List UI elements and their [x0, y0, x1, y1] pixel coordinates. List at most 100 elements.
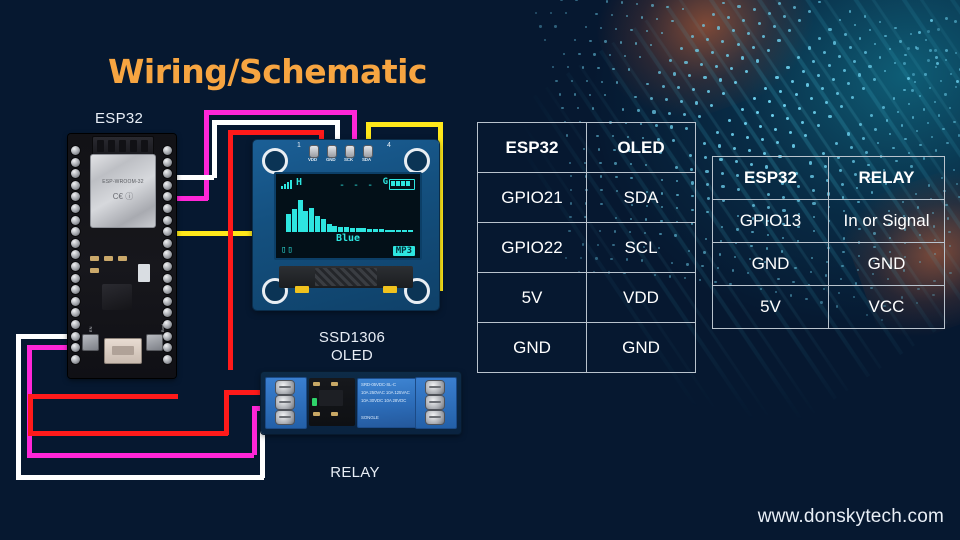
esp32-pin-d2: [71, 320, 80, 329]
relay-driver-circuit: [309, 378, 355, 426]
wire-magenta-seg2: [204, 110, 209, 200]
spectrum-bar: [344, 227, 349, 232]
table-row: GPIO21 SDA: [478, 173, 696, 223]
esp32-right-header: [162, 146, 174, 368]
esp32-pin-gnd: [163, 146, 172, 155]
wire-red-oled-seg2: [228, 130, 324, 135]
table-cell: SCL: [587, 223, 696, 273]
esp32-pin-clk: [163, 355, 172, 364]
wire-white-seg1: [176, 175, 214, 180]
esp32-pin-22: [163, 169, 172, 178]
spectrum-bar: [309, 208, 314, 232]
esp32-pin-5v: [71, 355, 80, 364]
oled-pin-label-gnd: GND: [326, 157, 335, 162]
esp32-pin-19: [163, 227, 172, 236]
terminal-screw-icon: [426, 396, 444, 409]
spectrum-bar: [332, 226, 337, 232]
table-row: GPIO13 In or Signal: [713, 200, 945, 243]
table-row: GND GND: [478, 323, 696, 373]
esp32-pin-33: [71, 227, 80, 236]
table-cell: SDA: [587, 173, 696, 223]
table-cell: In or Signal: [829, 200, 945, 243]
wire-magenta-relay-seg3: [27, 453, 254, 458]
oled-pin-label-vdd: VDD: [308, 157, 317, 162]
esp32-pin-d3: [71, 332, 80, 341]
table-cell: GND: [587, 323, 696, 373]
esp32-pin-12: [71, 285, 80, 294]
spectrum-bar: [390, 230, 395, 232]
relay-brand-label: SONGLE: [361, 415, 421, 420]
esp32-pin-32: [71, 216, 80, 225]
wire-white-relay-seg3: [16, 475, 264, 480]
esp32-boot-button[interactable]: [146, 334, 163, 351]
table-cell: GND: [478, 323, 587, 373]
mounting-hole-icon: [404, 148, 430, 174]
playlist-icon: ▯▯: [281, 245, 294, 255]
table-row: GND GND: [713, 243, 945, 286]
spectrum-bar: [292, 209, 297, 232]
oled-bottom-bar: ▯▯ MP3: [281, 244, 415, 256]
terminal-screw-icon: [426, 381, 444, 394]
spectrum-bar: [338, 227, 343, 232]
relay-coil-rating-2: 10A 30VDC 10A 28VDC: [361, 398, 421, 403]
spectrum-bar: [385, 230, 390, 232]
terminal-screw-icon: [276, 381, 294, 394]
esp32-caption: ESP32: [95, 110, 143, 127]
wire-red-relay-seg1: [28, 394, 178, 399]
spectrum-bar: [298, 200, 303, 232]
oled-pin-number-4: 4: [387, 142, 391, 149]
wire-white-seg3: [212, 120, 340, 125]
spectrum-bar: [321, 219, 326, 232]
spectrum-analyzer: [286, 198, 412, 232]
spectrum-bar: [303, 211, 308, 232]
esp32-pin-14: [71, 274, 80, 283]
esp32-pin-vn: [71, 181, 80, 190]
ce-mark-icon: C€ ⓘ: [91, 191, 155, 202]
esp32-pin-0: [163, 297, 172, 306]
oled-status-bar: H - - - G: [281, 178, 415, 190]
table-cell: GND: [713, 243, 829, 286]
ribbon-tab-icon: [295, 286, 309, 293]
oled-pin-sda: [364, 146, 372, 157]
terminal-screw-icon: [426, 411, 444, 424]
esp32-pin-vp: [71, 169, 80, 178]
table-cell: VDD: [587, 273, 696, 323]
esp32-pin-25: [71, 239, 80, 248]
esp32-pin-35: [71, 204, 80, 213]
esp32-pin-27: [71, 262, 80, 271]
esp32-pin-4: [163, 285, 172, 294]
esp32-board: ESP-WROOM-32 C€ ⓘ EN Boot: [68, 134, 176, 378]
oled-time-label: - - -: [339, 180, 374, 191]
table-header-cell: OLED: [587, 123, 696, 173]
ssd1306-oled-module: 1 4 VDD GND SCK SDA H - - - G Blue ▯▯ MP3: [253, 140, 439, 310]
esp32-oled-wiring-table: ESP32 OLED GPIO21 SDA GPIO22 SCL 5V VDD GND GND: [477, 122, 696, 373]
terminal-screw-icon: [276, 396, 294, 409]
esp32-en-label: EN: [88, 326, 93, 332]
table-cell: GPIO22: [478, 223, 587, 273]
esp32-en-button[interactable]: [82, 334, 99, 351]
spectrum-bar: [350, 228, 355, 232]
spectrum-bar: [373, 229, 378, 232]
esp32-micro-usb-port: [104, 338, 142, 364]
esp32-left-header: [70, 146, 82, 368]
esp32-pin-3v3: [71, 146, 80, 155]
relay-input-terminal-block: [265, 377, 307, 429]
wire-yellow-seg5: [368, 122, 442, 127]
oled-screen: H - - - G Blue ▯▯ MP3: [274, 172, 422, 260]
oled-pin-label-sda: SDA: [362, 157, 371, 162]
esp32-pin-21: [163, 204, 172, 213]
esp32-pin-tx: [163, 181, 172, 190]
table-header-row: ESP32 RELAY: [713, 157, 945, 200]
relay-output-terminal-block: [415, 377, 457, 429]
table-cell: 5V: [713, 286, 829, 329]
esp32-pin-23: [163, 158, 172, 167]
table-row: GPIO22 SCL: [478, 223, 696, 273]
oled-gain-label: G: [383, 177, 388, 187]
table-row: 5V VDD: [478, 273, 696, 323]
oled-pin-vdd: [310, 146, 318, 157]
oled-pin-label-sck: SCK: [344, 157, 353, 162]
esp32-pin-gnd: [71, 297, 80, 306]
esp32-boot-label: Boot: [160, 324, 165, 332]
battery-icon: [389, 179, 415, 190]
oled-pin-number-1: 1: [297, 142, 301, 149]
